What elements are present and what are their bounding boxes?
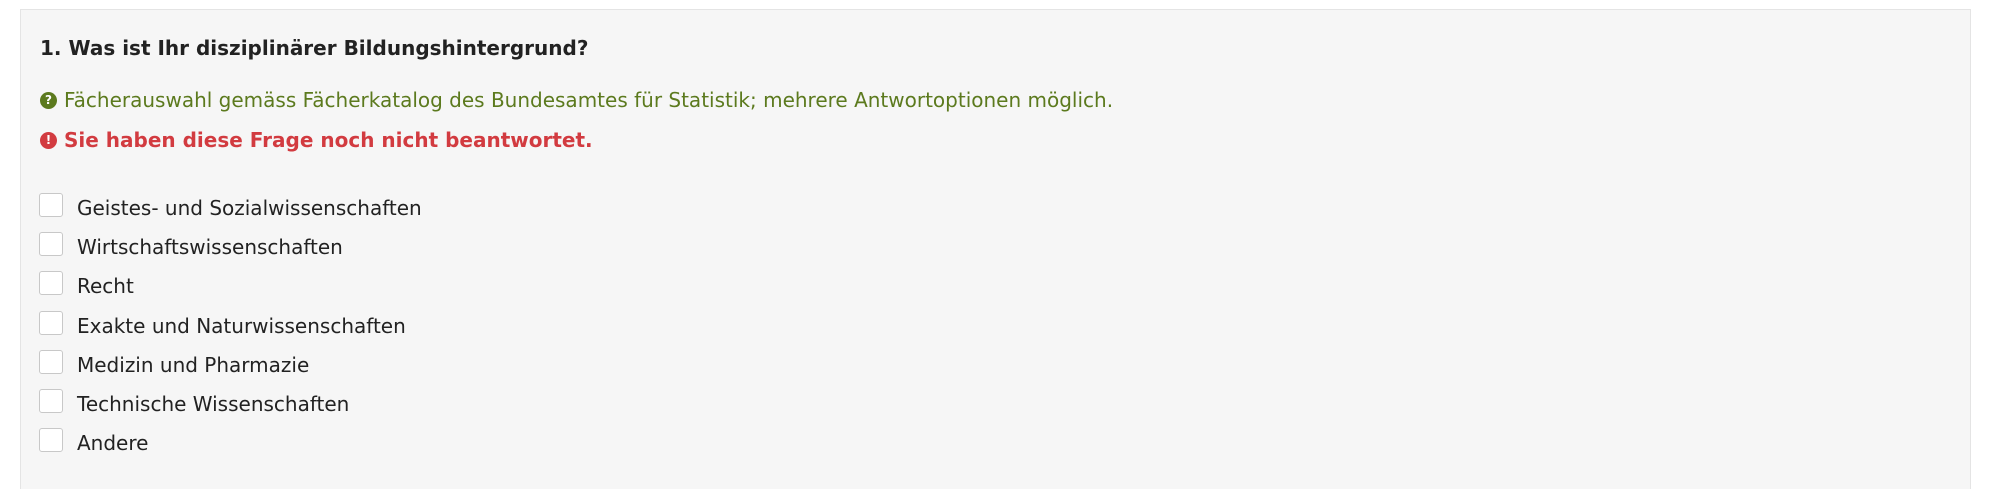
checkbox[interactable] (39, 271, 63, 296)
option-exakte-naturwissenschaften[interactable]: Exakte und Naturwissenschaften (39, 306, 422, 345)
option-label: Exakte und Naturwissenschaften (77, 313, 406, 338)
option-medizin-pharmazie[interactable]: Medizin und Pharmazie (39, 345, 422, 384)
question-title: 1. Was ist Ihr disziplinärer Bildungshin… (40, 36, 589, 60)
checkbox[interactable] (39, 428, 63, 453)
option-geistes-sozialwissenschaften[interactable]: Geistes- und Sozialwissenschaften (39, 188, 422, 227)
option-label: Andere (77, 431, 149, 456)
answer-options: Geistes- und Sozialwissenschaften Wirtsc… (39, 188, 422, 463)
hint-text: Fächerauswahl gemäss Fächerkatalog des B… (64, 88, 1114, 112)
option-label: Technische Wissenschaften (77, 392, 350, 417)
checkbox[interactable] (39, 349, 63, 374)
option-label: Geistes- und Sozialwissenschaften (77, 195, 422, 220)
question-panel: 1. Was ist Ihr disziplinärer Bildungshin… (20, 9, 1971, 489)
option-recht[interactable]: Recht (39, 267, 422, 306)
checkbox[interactable] (39, 389, 63, 414)
question-hint: ? Fächerauswahl gemäss Fächerkatalog des… (40, 88, 1113, 112)
checkbox[interactable] (39, 192, 63, 217)
option-andere[interactable]: Andere (39, 424, 422, 463)
option-label: Medizin und Pharmazie (77, 352, 310, 377)
option-label: Recht (77, 274, 134, 299)
exclamation-circle-icon: ! (40, 131, 57, 149)
error-text: Sie haben diese Frage noch nicht beantwo… (64, 128, 593, 152)
checkbox[interactable] (39, 310, 63, 335)
option-wirtschaftswissenschaften[interactable]: Wirtschaftswissenschaften (39, 227, 422, 266)
validation-error: ! Sie haben diese Frage noch nicht beant… (40, 128, 593, 152)
option-technische-wissenschaften[interactable]: Technische Wissenschaften (39, 384, 422, 423)
option-label: Wirtschaftswissenschaften (77, 234, 343, 259)
question-circle-icon: ? (40, 91, 57, 109)
checkbox[interactable] (39, 231, 63, 256)
